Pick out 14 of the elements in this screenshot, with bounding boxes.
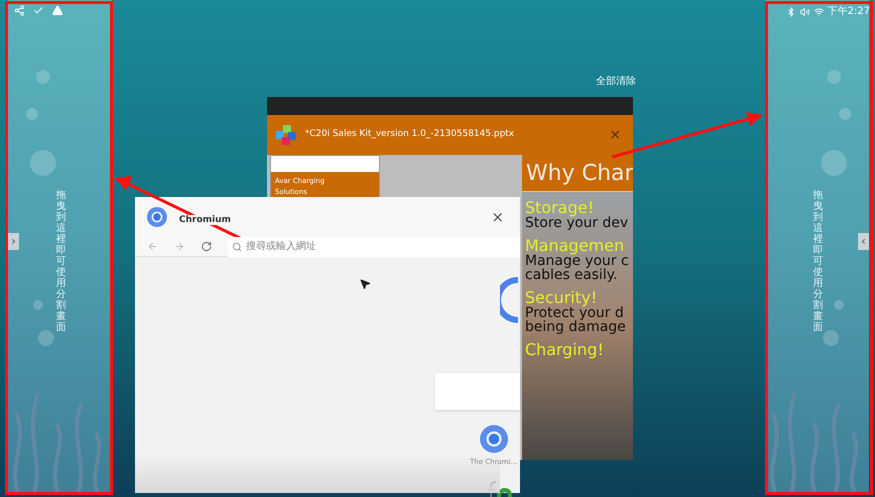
- split-screen-hint: 拖曳到這裡即可使用分割畫面: [56, 190, 66, 333]
- slide-text: Manage your c: [525, 254, 630, 268]
- slide-text: Store your dev: [525, 216, 630, 230]
- slide-text: Protect your d: [525, 306, 624, 320]
- card-title: *C20i Sales Kit_version 1.0_-2130558145.pptx: [305, 128, 516, 142]
- slide-text: cables easily.: [525, 268, 618, 282]
- slide-text: being damage: [525, 320, 627, 334]
- status-time: 下午2:27: [828, 5, 870, 19]
- slide-heading: Charging!: [525, 342, 605, 358]
- split-screen-hint: 拖曳到這裡即可使用分割畫面: [813, 190, 823, 333]
- slide-heading: Storage!: [525, 200, 596, 216]
- card-title: Chromium: [179, 215, 231, 225]
- slide-heading: Managemen: [525, 238, 626, 254]
- slide-heading: Security!: [525, 290, 598, 306]
